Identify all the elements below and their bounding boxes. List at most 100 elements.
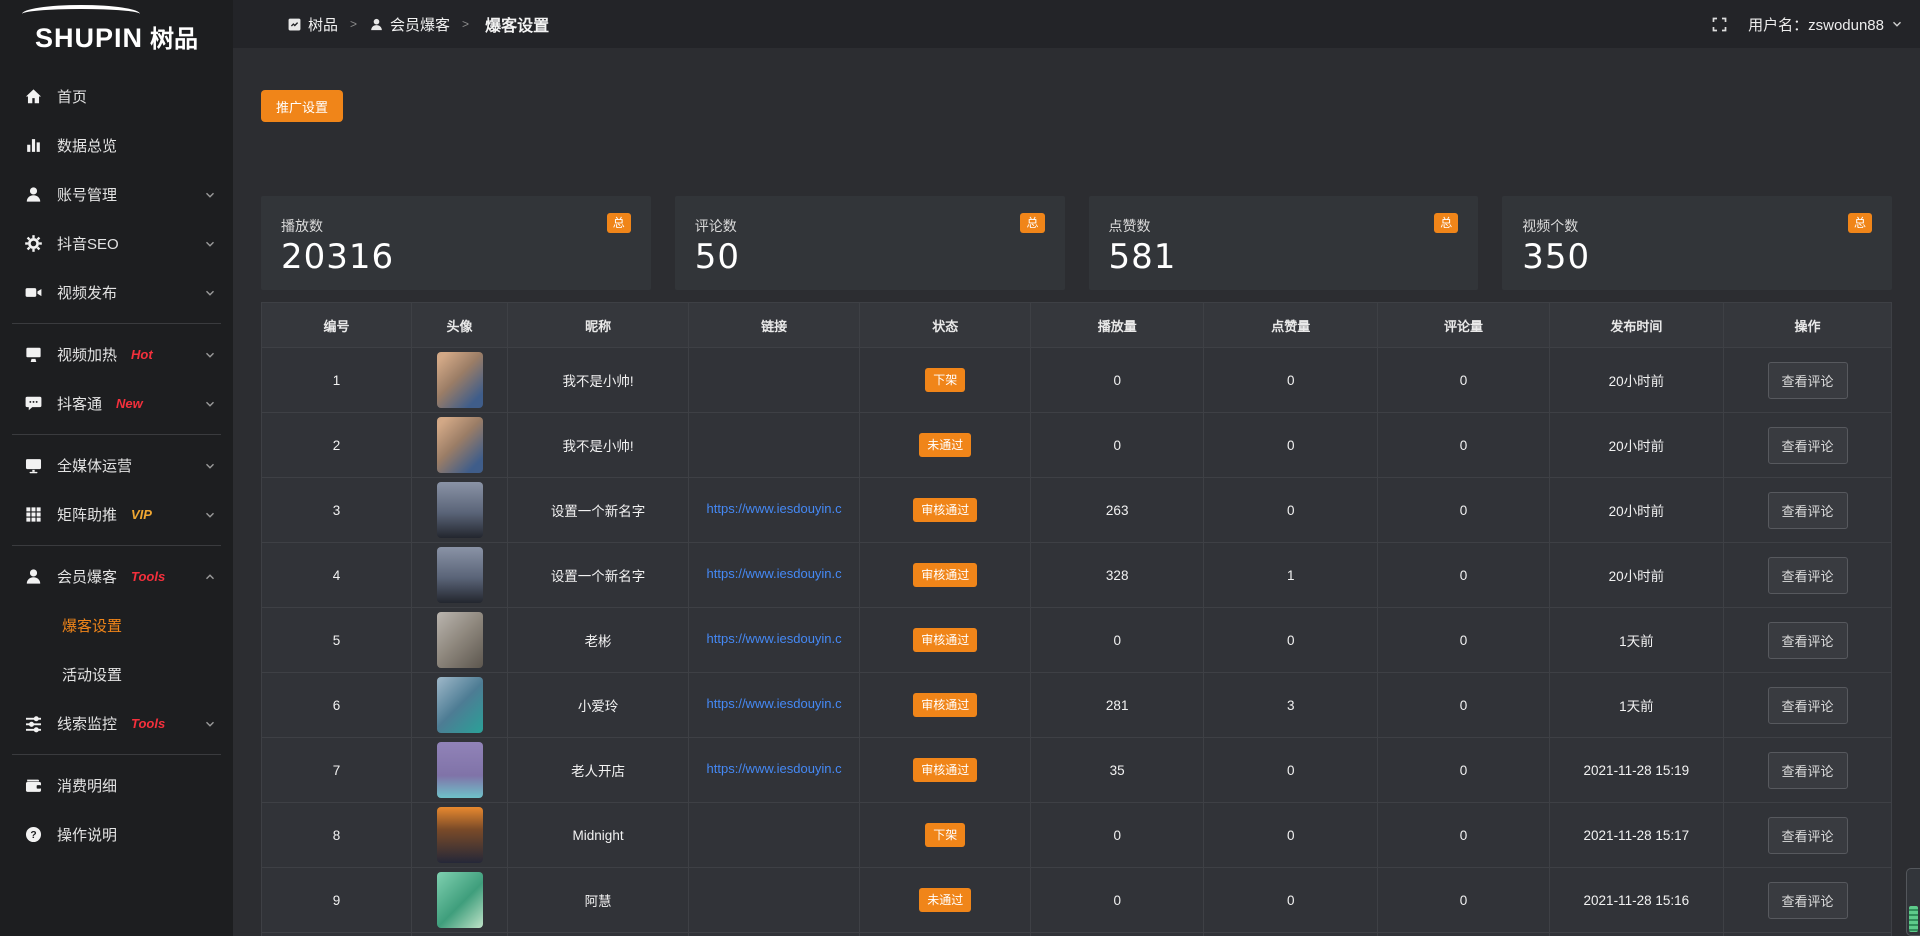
sidebar-item-member-baoke[interactable]: 会员爆客 Tools [0, 552, 233, 601]
col-header-likes: 点赞量 [1204, 303, 1378, 348]
view-comments-button[interactable]: 查看评论 [1768, 752, 1848, 789]
cell-id: 5 [262, 608, 412, 673]
cell-likes: 0 [1204, 738, 1378, 803]
sidebar-item-consumption-details[interactable]: 消费明细 [0, 761, 233, 810]
sidebar-item-clue-monitor[interactable]: 线索监控 Tools [0, 699, 233, 748]
chevron-down-icon [203, 397, 217, 411]
grid-icon [24, 505, 43, 524]
table-row: 9 阿慧 未通过 0 0 0 2021-11-28 15:16 查看评论 [262, 868, 1892, 933]
avatar [437, 612, 483, 668]
sidebar-item-video-publish[interactable]: 视频发布 [0, 268, 233, 317]
sidebar-item-data-overview[interactable]: 数据总览 [0, 121, 233, 170]
sidebar-item-video-heating[interactable]: 视频加热 Hot [0, 330, 233, 379]
view-comments-button[interactable]: 查看评论 [1768, 557, 1848, 594]
total-badge: 总 [1434, 213, 1458, 233]
status-badge: 未通过 [919, 433, 971, 457]
cell-id: 2 [262, 413, 412, 478]
avatar [437, 677, 483, 733]
tools-badge: Tools [131, 716, 165, 731]
breadcrumb-label: 会员爆客 [390, 14, 450, 35]
chevron-down-icon [1890, 17, 1904, 31]
main-area: 树品 > 会员爆客 > 爆客设置 用户名：zswodun88 推广设置 [233, 0, 1920, 936]
sidebar-item-label: 账号管理 [57, 184, 117, 205]
stat-label: 视频个数 [1522, 213, 1578, 236]
view-comments-button[interactable]: 查看评论 [1768, 817, 1848, 854]
table-row: 4 设置一个新名字 https://www.iesdouyin.c 审核通过 3… [262, 543, 1892, 608]
sidebar-item-home[interactable]: 首页 [0, 72, 233, 121]
cell-likes: 0 [1204, 803, 1378, 868]
col-header-avatar: 头像 [411, 303, 507, 348]
view-comments-button[interactable]: 查看评论 [1768, 427, 1848, 464]
promo-settings-button[interactable]: 推广设置 [261, 90, 343, 122]
video-link[interactable]: https://www.iesdouyin.c [707, 761, 842, 776]
sidebar-item-operation-guide[interactable]: ? 操作说明 [0, 810, 233, 859]
cell-comments: 0 [1378, 348, 1549, 413]
chevron-down-icon [203, 508, 217, 522]
chevron-down-icon [203, 459, 217, 473]
sliders-icon [24, 714, 43, 733]
view-comments-button[interactable]: 查看评论 [1768, 362, 1848, 399]
floating-widget-handle[interactable] [1906, 868, 1920, 936]
avatar [437, 417, 483, 473]
logo-text-en: SHUPIN [35, 25, 143, 52]
sidebar-subitem-activity-settings[interactable]: 活动设置 [0, 650, 233, 699]
cell-plays: 0 [1031, 803, 1204, 868]
stat-label: 评论数 [695, 213, 737, 236]
col-header-link: 链接 [689, 303, 860, 348]
video-link[interactable]: https://www.iesdouyin.c [707, 566, 842, 581]
cell-time [1549, 933, 1723, 936]
status-badge: 审核通过 [913, 563, 977, 587]
view-comments-button[interactable]: 查看评论 [1768, 882, 1848, 919]
sidebar-subitem-label: 爆客设置 [62, 615, 122, 636]
cell-plays: 0 [1031, 608, 1204, 673]
cell-nickname: 设置一个新名字 [508, 543, 689, 608]
cell-id: 9 [262, 868, 412, 933]
sidebar-item-label: 全媒体运营 [57, 455, 132, 476]
status-badge: 下架 [925, 823, 965, 847]
cell-time: 20小时前 [1549, 413, 1723, 478]
cell-comments: 0 [1378, 478, 1549, 543]
video-link[interactable]: https://www.iesdouyin.c [707, 696, 842, 711]
avatar [437, 547, 483, 603]
breadcrumb-item-member-baoke[interactable]: 会员爆客 [369, 14, 450, 35]
sidebar-item-all-media-operation[interactable]: 全媒体运营 [0, 441, 233, 490]
stat-label: 点赞数 [1109, 213, 1151, 236]
sidebar-subitem-baoke-settings[interactable]: 爆客设置 [0, 601, 233, 650]
cell-id: 7 [262, 738, 412, 803]
cell-plays: 0 [1031, 413, 1204, 478]
cell-time: 1天前 [1549, 673, 1723, 738]
sidebar-item-label: 视频发布 [57, 282, 117, 303]
user-menu[interactable]: 用户名：zswodun88 [1748, 14, 1904, 35]
cell-likes: 1 [1204, 543, 1378, 608]
table-row: 6 小爱玲 https://www.iesdouyin.c 审核通过 281 3… [262, 673, 1892, 738]
topbar-right: 用户名：zswodun88 [1711, 14, 1904, 35]
video-link[interactable]: https://www.iesdouyin.c [707, 501, 842, 516]
video-camera-icon [24, 283, 43, 302]
sidebar-item-account-management[interactable]: 账号管理 [0, 170, 233, 219]
cell-id: 3 [262, 478, 412, 543]
col-header-comments: 评论量 [1378, 303, 1549, 348]
sidebar-item-douketong[interactable]: 抖客通 New [0, 379, 233, 428]
sidebar-item-label: 消费明细 [57, 775, 117, 796]
cell-likes: 0 [1204, 868, 1378, 933]
view-comments-button[interactable]: 查看评论 [1768, 687, 1848, 724]
view-comments-button[interactable]: 查看评论 [1768, 622, 1848, 659]
status-badge: 下架 [925, 368, 965, 392]
sidebar-item-matrix-boost[interactable]: 矩阵助推 VIP [0, 490, 233, 539]
cell-id: 8 [262, 803, 412, 868]
sidebar-item-douyin-seo[interactable]: 抖音SEO [0, 219, 233, 268]
sidebar-item-label: 数据总览 [57, 135, 117, 156]
view-comments-button[interactable]: 查看评论 [1768, 492, 1848, 529]
cell-plays: 0 [1031, 868, 1204, 933]
cell-likes: 0 [1204, 348, 1378, 413]
fullscreen-icon[interactable] [1711, 16, 1728, 33]
video-link[interactable]: https://www.iesdouyin.c [707, 631, 842, 646]
sidebar-item-label: 矩阵助推 [57, 504, 117, 525]
total-badge: 总 [607, 213, 631, 233]
cell-comments: 0 [1378, 608, 1549, 673]
breadcrumb-item-shupin[interactable]: 树品 [287, 14, 338, 35]
sidebar-divider [12, 545, 221, 546]
page-title: 爆客设置 [485, 12, 549, 36]
cell-comments [1378, 933, 1549, 936]
stat-card-comments: 评论数 总 50 [675, 196, 1065, 290]
